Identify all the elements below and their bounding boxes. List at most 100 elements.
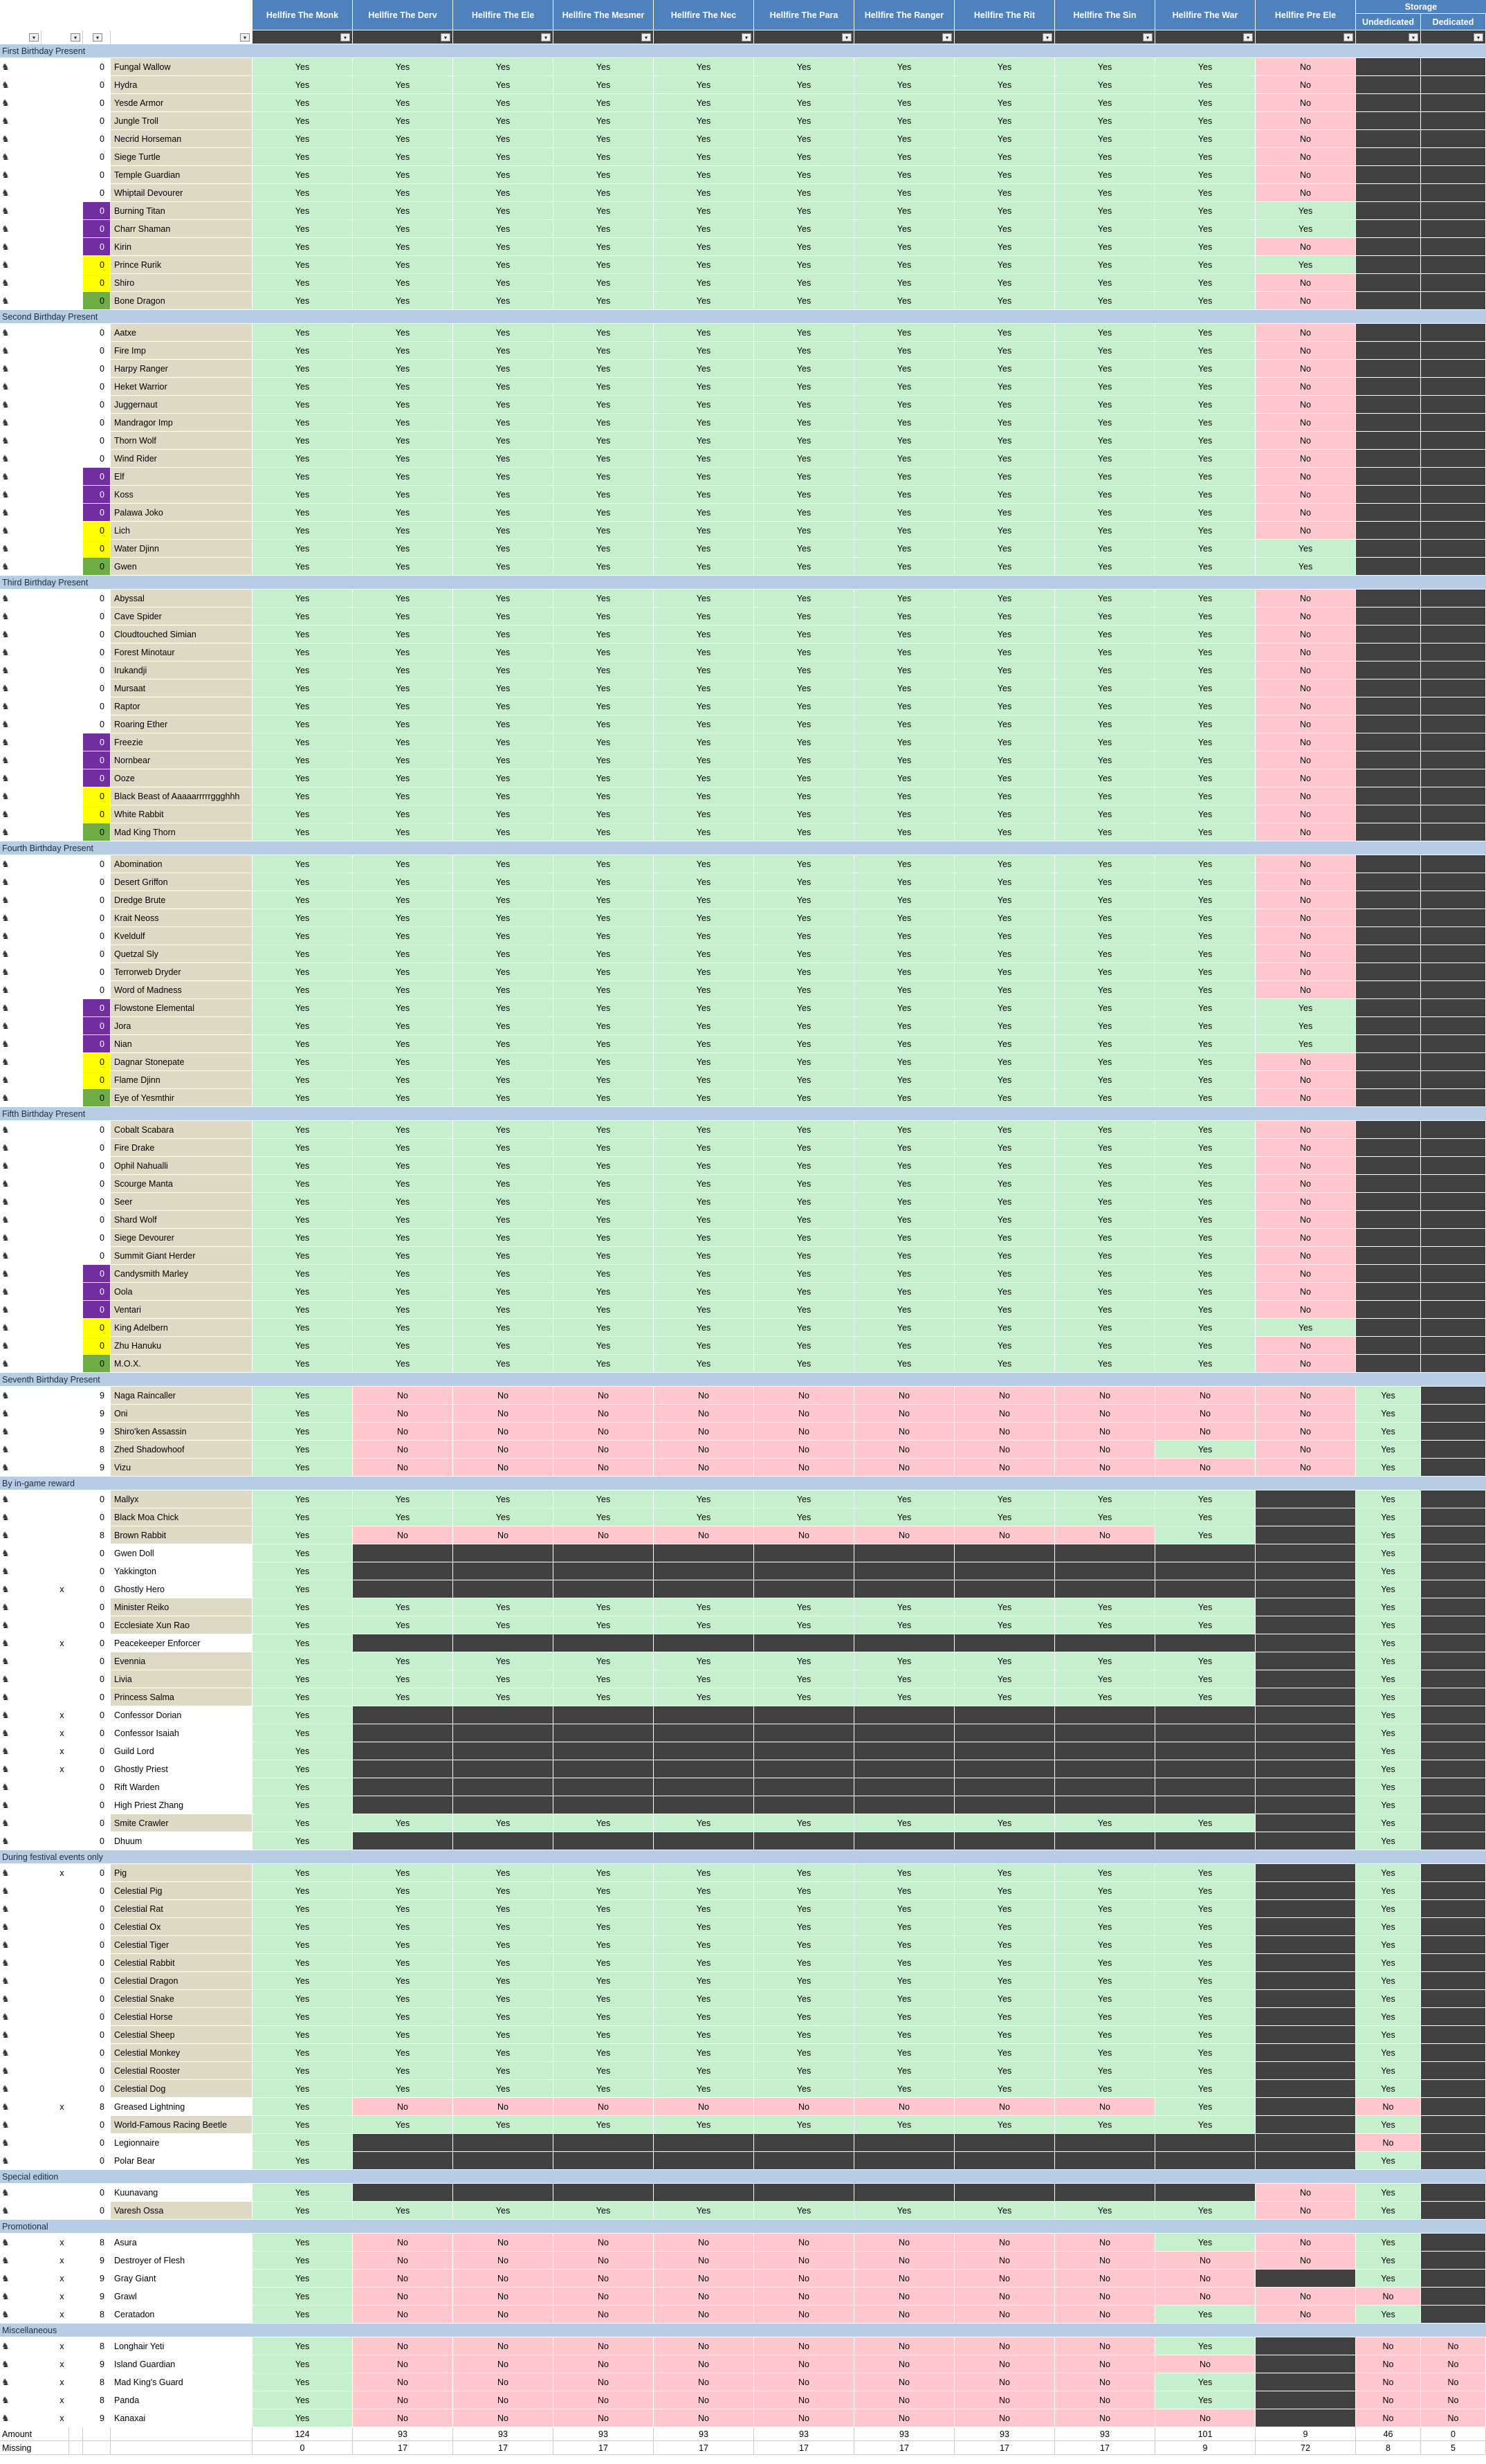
storage-undedicated[interactable] xyxy=(1356,1337,1421,1355)
status-cell[interactable]: No xyxy=(1256,522,1356,540)
status-cell[interactable]: No xyxy=(1256,1175,1356,1193)
status-cell[interactable]: Yes xyxy=(1155,2062,1256,2080)
status-cell[interactable]: Yes xyxy=(253,1706,353,1724)
status-cell[interactable]: Yes xyxy=(1155,184,1256,202)
status-cell[interactable]: Yes xyxy=(553,1864,654,1882)
status-cell[interactable] xyxy=(1256,1724,1356,1742)
status-cell[interactable]: Yes xyxy=(1055,2026,1155,2044)
storage-undedicated[interactable]: Yes xyxy=(1356,1688,1421,1706)
status-cell[interactable]: Yes xyxy=(1155,450,1256,468)
status-cell[interactable]: Yes xyxy=(854,148,955,166)
status-cell[interactable]: Yes xyxy=(453,504,553,522)
storage-dedicated[interactable] xyxy=(1421,891,1486,909)
status-cell[interactable]: No xyxy=(1256,1265,1356,1283)
status-cell[interactable]: Yes xyxy=(253,927,353,945)
status-cell[interactable]: Yes xyxy=(955,504,1055,522)
status-cell[interactable]: Yes xyxy=(955,805,1055,823)
status-cell[interactable]: Yes xyxy=(854,1652,955,1670)
status-cell[interactable]: Yes xyxy=(353,1157,453,1175)
status-cell[interactable]: Yes xyxy=(253,486,353,504)
status-cell[interactable]: Yes xyxy=(253,1616,353,1634)
status-cell[interactable]: Yes xyxy=(353,324,453,342)
filter-dropdown-icon[interactable]: ▾ xyxy=(29,33,39,42)
storage-dedicated[interactable] xyxy=(1421,1423,1486,1441)
status-cell[interactable]: Yes xyxy=(553,360,654,378)
status-cell[interactable] xyxy=(1155,1724,1256,1742)
status-cell[interactable]: Yes xyxy=(453,1652,553,1670)
status-cell[interactable]: Yes xyxy=(253,1796,353,1814)
status-cell[interactable]: Yes xyxy=(1155,396,1256,414)
status-cell[interactable]: Yes xyxy=(1155,873,1256,891)
status-cell[interactable]: No xyxy=(1256,468,1356,486)
status-cell[interactable]: Yes xyxy=(1055,202,1155,220)
status-cell[interactable]: Yes xyxy=(1155,166,1256,184)
status-cell[interactable]: Yes xyxy=(1055,805,1155,823)
storage-undedicated[interactable]: No xyxy=(1356,2373,1421,2391)
status-cell[interactable] xyxy=(955,1634,1055,1652)
storage-undedicated[interactable]: No xyxy=(1356,2098,1421,2116)
status-cell[interactable]: Yes xyxy=(754,1301,854,1319)
status-cell[interactable]: Yes xyxy=(353,787,453,805)
status-cell[interactable]: Yes xyxy=(654,1017,754,1035)
storage-undedicated[interactable]: Yes xyxy=(1356,1616,1421,1634)
status-cell[interactable]: Yes xyxy=(955,76,1055,94)
status-cell[interactable]: Yes xyxy=(955,891,1055,909)
status-cell[interactable] xyxy=(1155,2134,1256,2152)
status-cell[interactable]: Yes xyxy=(754,112,854,130)
status-cell[interactable]: Yes xyxy=(854,378,955,396)
storage-dedicated[interactable] xyxy=(1421,1508,1486,1526)
status-cell[interactable]: No xyxy=(955,1387,1055,1405)
status-cell[interactable]: Yes xyxy=(854,1918,955,1936)
status-cell[interactable]: Yes xyxy=(453,1508,553,1526)
storage-undedicated[interactable] xyxy=(1356,891,1421,909)
status-cell[interactable]: Yes xyxy=(1155,1688,1256,1706)
storage-undedicated[interactable]: Yes xyxy=(1356,2026,1421,2044)
status-cell[interactable]: Yes xyxy=(1155,909,1256,927)
storage-dedicated[interactable] xyxy=(1421,486,1486,504)
status-cell[interactable]: Yes xyxy=(1155,715,1256,733)
status-cell[interactable]: Yes xyxy=(854,626,955,644)
status-cell[interactable]: Yes xyxy=(353,590,453,608)
status-cell[interactable]: Yes xyxy=(955,679,1055,697)
status-cell[interactable]: Yes xyxy=(253,751,353,769)
status-cell[interactable]: No xyxy=(955,1423,1055,1441)
status-cell[interactable]: Yes xyxy=(955,715,1055,733)
filter-dropdown-icon[interactable]: ▾ xyxy=(842,33,852,42)
status-cell[interactable]: Yes xyxy=(353,130,453,148)
status-cell[interactable] xyxy=(1055,1580,1155,1598)
storage-dedicated[interactable] xyxy=(1421,1247,1486,1265)
status-cell[interactable] xyxy=(1256,1742,1356,1760)
storage-dedicated[interactable] xyxy=(1421,945,1486,963)
status-cell[interactable]: No xyxy=(1055,2306,1155,2324)
status-cell[interactable]: Yes xyxy=(955,1670,1055,1688)
status-cell[interactable]: Yes xyxy=(553,1918,654,1936)
status-cell[interactable]: Yes xyxy=(754,202,854,220)
status-cell[interactable]: Yes xyxy=(453,945,553,963)
status-cell[interactable]: Yes xyxy=(1055,1229,1155,1247)
status-cell[interactable]: Yes xyxy=(854,184,955,202)
status-cell[interactable]: Yes xyxy=(1155,1089,1256,1107)
status-cell[interactable]: Yes xyxy=(553,468,654,486)
status-cell[interactable]: Yes xyxy=(1155,1670,1256,1688)
status-cell[interactable]: Yes xyxy=(253,432,353,450)
status-cell[interactable]: Yes xyxy=(654,148,754,166)
storage-undedicated[interactable] xyxy=(1356,1283,1421,1301)
status-cell[interactable]: Yes xyxy=(253,468,353,486)
storage-undedicated[interactable] xyxy=(1356,292,1421,310)
status-cell[interactable]: No xyxy=(1256,733,1356,751)
status-cell[interactable]: Yes xyxy=(754,256,854,274)
status-cell[interactable]: Yes xyxy=(453,2008,553,2026)
storage-dedicated[interactable] xyxy=(1421,1598,1486,1616)
status-cell[interactable]: No xyxy=(1256,1355,1356,1373)
status-cell[interactable] xyxy=(654,1706,754,1724)
status-cell[interactable]: Yes xyxy=(654,450,754,468)
status-cell[interactable]: Yes xyxy=(353,238,453,256)
status-cell[interactable] xyxy=(1055,1706,1155,1724)
status-cell[interactable] xyxy=(453,1580,553,1598)
status-cell[interactable]: Yes xyxy=(955,590,1055,608)
status-cell[interactable]: Yes xyxy=(253,2134,353,2152)
storage-dedicated[interactable] xyxy=(1421,292,1486,310)
status-cell[interactable]: Yes xyxy=(654,1990,754,2008)
status-cell[interactable]: Yes xyxy=(754,963,854,981)
status-cell[interactable]: No xyxy=(353,2409,453,2427)
